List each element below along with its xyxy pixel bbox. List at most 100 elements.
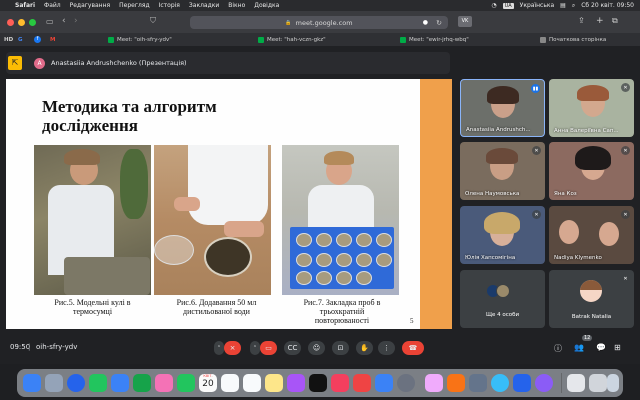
- input-source-label[interactable]: Українська: [520, 2, 555, 9]
- slide-photo-adding-water: [154, 145, 271, 295]
- present-screen-icon: ⊡: [337, 344, 344, 352]
- mic-off-icon: ✕: [532, 210, 541, 219]
- apple-tv-icon[interactable]: [309, 374, 327, 392]
- messages-icon[interactable]: [89, 374, 107, 392]
- freeform-icon[interactable]: [287, 374, 305, 392]
- reminders-icon[interactable]: [243, 374, 261, 392]
- menu-help[interactable]: Довідка: [254, 2, 279, 9]
- others-tile[interactable]: Ще 4 особи: [460, 270, 545, 328]
- chat-icon[interactable]: 💬: [596, 343, 606, 352]
- share-icon[interactable]: ⇪: [578, 16, 585, 25]
- safari-icon[interactable]: [67, 374, 85, 392]
- menu-window[interactable]: Вікно: [228, 2, 245, 9]
- podcasts-icon[interactable]: [353, 374, 371, 392]
- favorite-gmail[interactable]: M: [50, 35, 55, 44]
- zoom-window-icon[interactable]: [29, 19, 36, 26]
- tab-overview-icon[interactable]: ⧉: [612, 16, 618, 26]
- keyboard-layout-badge[interactable]: UA: [502, 2, 514, 9]
- settings-icon[interactable]: [397, 374, 415, 392]
- clock-label[interactable]: Сб 20 квіт. 09:50: [581, 2, 634, 9]
- menu-edit[interactable]: Редагування: [70, 2, 111, 9]
- meet-icon: [108, 36, 114, 43]
- tab-meet-3[interactable]: Meet: "ewir-jrhq-wbq": [400, 35, 469, 44]
- books-icon[interactable]: [447, 374, 465, 392]
- menu-app-name[interactable]: Safari: [15, 2, 35, 9]
- tab-meet-2[interactable]: Meet: "hah-vczn-gkz": [258, 35, 326, 44]
- search-icon[interactable]: ⌕: [572, 2, 575, 10]
- meet-icon: [400, 36, 406, 43]
- maps-icon[interactable]: [133, 374, 151, 392]
- mic-off-icon: ✕: [621, 83, 630, 92]
- menu-file[interactable]: Файл: [44, 2, 61, 9]
- minimize-window-icon[interactable]: [18, 19, 25, 26]
- captions-button[interactable]: CC: [284, 341, 301, 355]
- camera-toggle-button[interactable]: ▭: [260, 341, 277, 355]
- camera-options-chevron-icon[interactable]: ⌃: [250, 341, 260, 355]
- activities-icon[interactable]: ⊞: [614, 343, 621, 352]
- preview-icon[interactable]: [469, 374, 487, 392]
- url-text: meet.google.com: [295, 18, 353, 27]
- notes-icon[interactable]: [265, 374, 283, 392]
- participant-tile[interactable]: ✕ Яна Коз: [549, 142, 634, 200]
- tab-start-page[interactable]: Початкова сторінка: [540, 35, 606, 44]
- participant-tile[interactable]: ✕ Nadiya Klymenko: [549, 206, 634, 264]
- favorite-hd[interactable]: HD: [4, 35, 13, 44]
- emoji-button[interactable]: ☺: [308, 341, 325, 355]
- multitasking-icon[interactable]: [425, 374, 443, 392]
- present-button[interactable]: ⊡: [332, 341, 349, 355]
- more-options-button[interactable]: ⋮: [378, 341, 395, 355]
- favorite-facebook[interactable]: f: [34, 35, 41, 44]
- forward-icon[interactable]: ›: [74, 16, 78, 26]
- contacts-icon[interactable]: [221, 374, 239, 392]
- pin-icon[interactable]: ⇱: [8, 56, 22, 70]
- wifi-icon[interactable]: ◔: [491, 2, 496, 9]
- menu-view[interactable]: Перегляд: [119, 2, 149, 9]
- presenter-label: Anastasiia Andrushchenko (Презентація): [51, 59, 187, 67]
- info-icon[interactable]: ⓘ: [554, 343, 562, 354]
- new-tab-icon[interactable]: +: [596, 16, 604, 26]
- mic-off-icon: ✕: [621, 274, 630, 283]
- dock: КВІТ. 20: [17, 369, 623, 397]
- recent-file-icon[interactable]: [567, 374, 585, 392]
- facetime-icon[interactable]: [177, 374, 195, 392]
- back-icon[interactable]: ‹: [62, 16, 66, 26]
- close-window-icon[interactable]: [7, 19, 14, 26]
- menu-history[interactable]: Історія: [159, 2, 180, 9]
- dock-divider: [561, 373, 562, 393]
- raise-hand-button[interactable]: ✋: [356, 341, 373, 355]
- tab-meet-1[interactable]: Meet: "oih-sfry-ydv": [108, 35, 172, 44]
- mic-options-chevron-icon[interactable]: ⌃: [214, 341, 224, 355]
- photos-icon[interactable]: [155, 374, 173, 392]
- downloads-stack-icon[interactable]: [589, 374, 607, 392]
- control-center-icon[interactable]: ▤: [560, 2, 566, 9]
- viber-icon[interactable]: [535, 374, 553, 392]
- favorite-google[interactable]: G: [18, 35, 23, 44]
- music-icon[interactable]: [331, 374, 349, 392]
- camera-indicator-icon[interactable]: ●: [423, 19, 428, 26]
- extension-vk-icon[interactable]: VK: [458, 16, 472, 27]
- calendar-icon[interactable]: КВІТ. 20: [199, 374, 217, 392]
- menu-bookmarks[interactable]: Закладки: [189, 2, 219, 9]
- address-bar[interactable]: 🔒 meet.google.com ● ↻: [190, 16, 448, 29]
- launchpad-icon[interactable]: [45, 374, 63, 392]
- participant-tile[interactable]: ▮▮ Anastasiia Andrushch...: [460, 79, 545, 137]
- mic-off-icon: ✕: [532, 146, 541, 155]
- camera-off-icon: ▭: [265, 344, 272, 352]
- participant-tile[interactable]: ✕ Олена Наумовська: [460, 142, 545, 200]
- participant-tile[interactable]: ✕ Batrak Natalia: [549, 270, 634, 328]
- mic-toggle-button[interactable]: ⨯: [224, 341, 241, 355]
- people-icon[interactable]: 👥: [574, 343, 584, 352]
- privacy-shield-icon[interactable]: ⛉: [150, 16, 156, 26]
- trash-icon[interactable]: [607, 374, 619, 392]
- mail-icon[interactable]: [111, 374, 129, 392]
- reload-icon[interactable]: ↻: [436, 19, 442, 27]
- telegram-icon[interactable]: [491, 374, 509, 392]
- finder-icon[interactable]: [23, 374, 41, 392]
- participant-tile[interactable]: ✕ Юлія Хапсомігіна: [460, 206, 545, 264]
- bluetooth-icon[interactable]: [513, 374, 531, 392]
- participant-tile[interactable]: ✕ Анна Валеріївна Сап...: [549, 79, 634, 137]
- sidebar-icon[interactable]: ▭: [46, 17, 54, 26]
- slide-caption-fig7: Рис.7. Закладка проб в трьохкратній повт…: [303, 298, 381, 325]
- app-store-icon[interactable]: [375, 374, 393, 392]
- leave-call-button[interactable]: ☎: [402, 341, 424, 355]
